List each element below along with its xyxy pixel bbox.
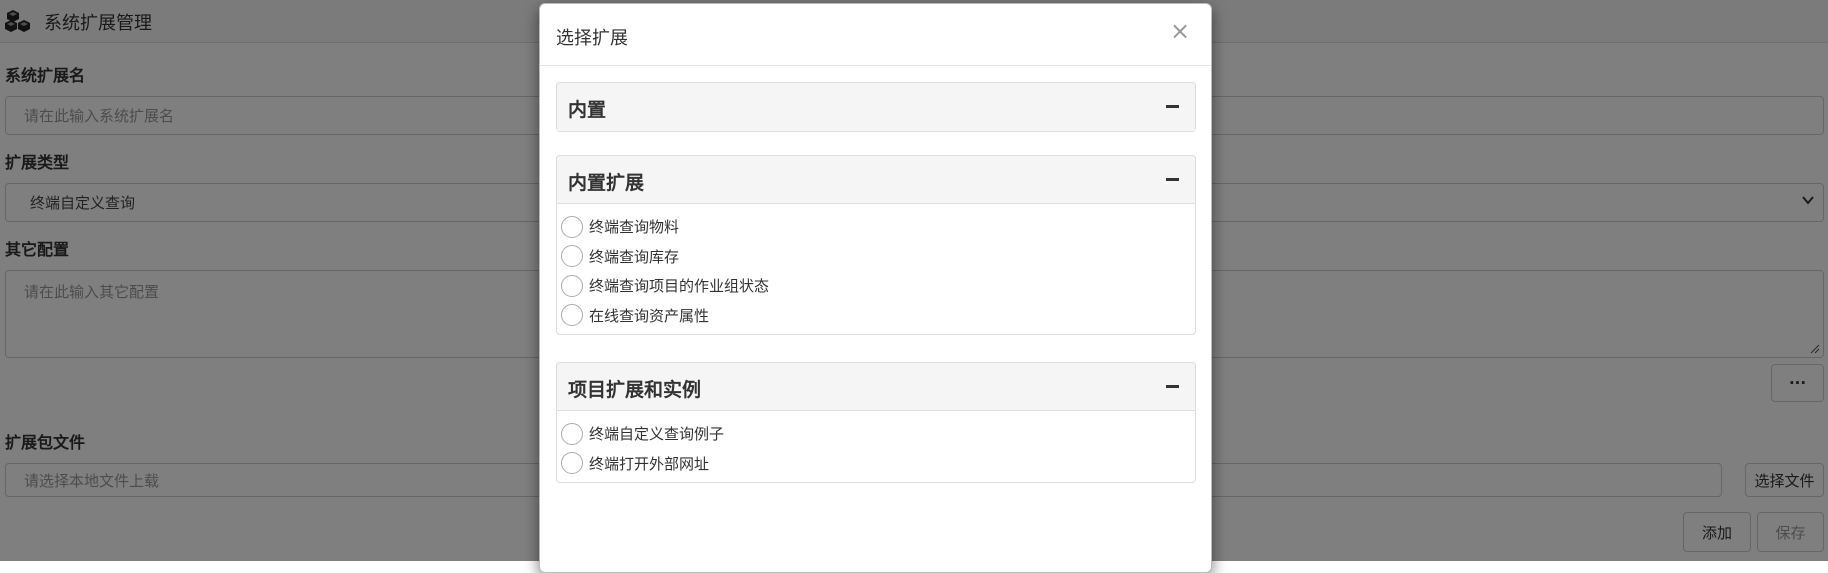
group-heading[interactable]: 内置扩展	[557, 156, 1195, 204]
dialog-title: 选择扩展	[556, 28, 628, 49]
group-heading[interactable]: 项目扩展和实例	[557, 363, 1195, 411]
extension-option[interactable]: 终端查询物料	[561, 212, 1195, 242]
option-label: 终端查询物料	[589, 218, 680, 237]
select-extension-dialog: 选择扩展 × 内置 内置扩展 终端查询物料 终端查询库存 终端查询项目的作业组状…	[539, 3, 1212, 573]
group-title: 项目扩展和实例	[568, 379, 702, 401]
radio-button[interactable]	[561, 274, 583, 297]
group-body: 终端自定义查询例子 终端打开外部网址	[557, 411, 1195, 482]
minus-icon[interactable]	[1166, 385, 1179, 388]
close-icon[interactable]: ×	[1169, 19, 1191, 43]
radio-button[interactable]	[561, 422, 583, 445]
radio-button[interactable]	[561, 245, 583, 268]
extension-option[interactable]: 终端打开外部网址	[561, 449, 1195, 479]
extension-group-builtin: 内置	[556, 82, 1196, 132]
radio-button[interactable]	[561, 304, 583, 327]
group-heading[interactable]: 内置	[557, 83, 1195, 131]
group-title: 内置扩展	[568, 172, 645, 194]
minus-icon[interactable]	[1166, 178, 1179, 181]
option-label: 终端自定义查询例子	[589, 425, 725, 444]
option-label: 终端查询库存	[589, 247, 680, 266]
group-body: 终端查询物料 终端查询库存 终端查询项目的作业组状态 在线查询资产属性	[557, 204, 1195, 334]
option-label: 在线查询资产属性	[589, 306, 710, 325]
extension-option[interactable]: 终端查询库存	[561, 242, 1195, 272]
extension-group-builtin-extensions: 内置扩展 终端查询物料 终端查询库存 终端查询项目的作业组状态 在线查询资产属性	[556, 155, 1196, 335]
radio-button[interactable]	[561, 215, 583, 238]
option-label: 终端打开外部网址	[589, 454, 710, 473]
group-title: 内置	[568, 99, 607, 121]
extension-option[interactable]: 在线查询资产属性	[561, 301, 1195, 331]
extension-group-project-examples: 项目扩展和实例 终端自定义查询例子 终端打开外部网址	[556, 362, 1196, 483]
option-label: 终端查询项目的作业组状态	[589, 277, 770, 296]
extension-option[interactable]: 终端自定义查询例子	[561, 419, 1195, 449]
radio-button[interactable]	[561, 452, 583, 475]
minus-icon[interactable]	[1166, 105, 1179, 108]
dialog-header: 选择扩展 ×	[540, 4, 1211, 66]
extension-option[interactable]: 终端查询项目的作业组状态	[561, 271, 1195, 301]
